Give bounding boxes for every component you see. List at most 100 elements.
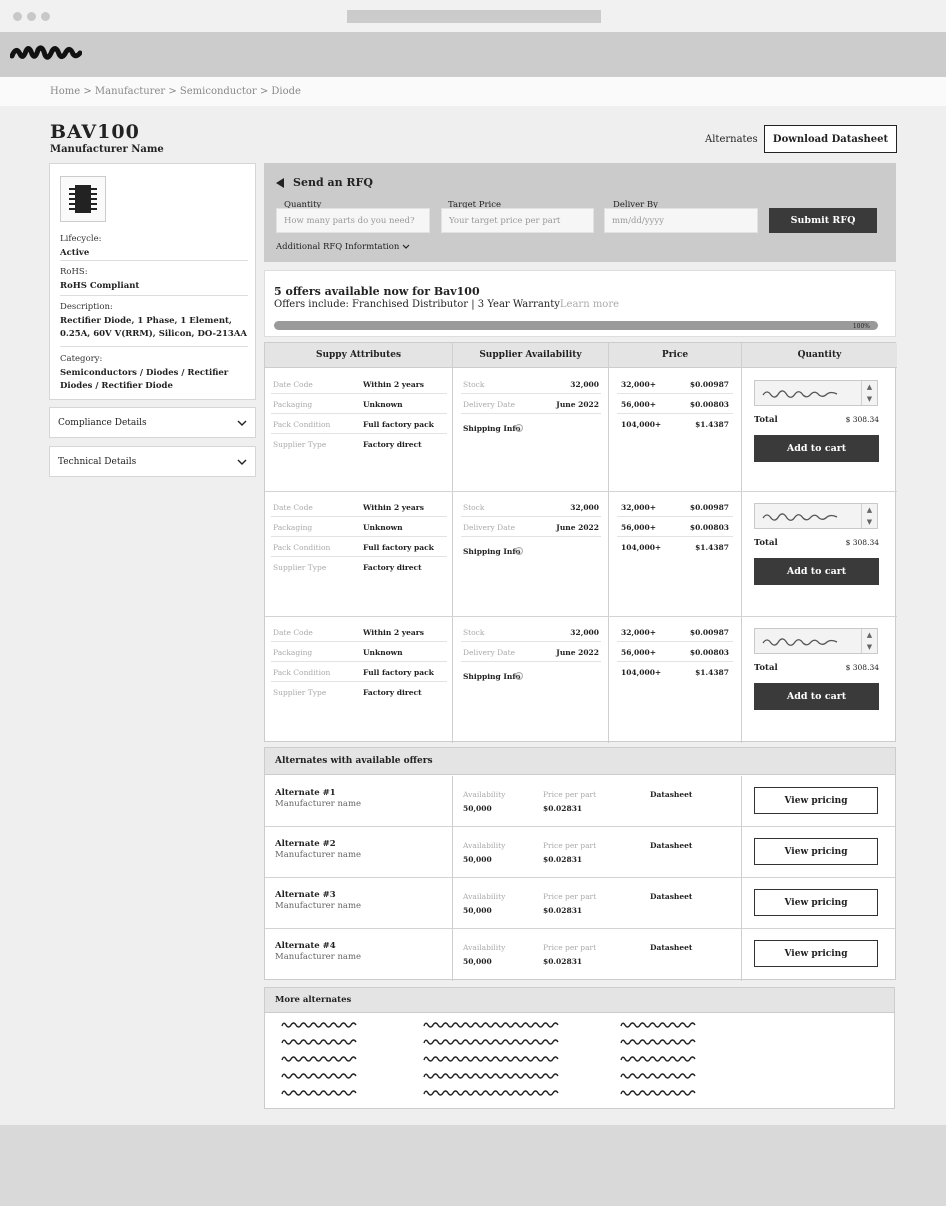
divider <box>452 776 453 981</box>
alternate-placeholder-scribble-icon[interactable] <box>423 1037 561 1047</box>
window-dot-icon[interactable] <box>13 12 22 21</box>
price-value: $0.02831 <box>543 906 583 915</box>
stepper-arrows-icon[interactable]: ▲ ▼ <box>861 629 877 653</box>
window-dot-icon[interactable] <box>27 12 36 21</box>
alternate-name[interactable]: Alternate #1 <box>275 788 336 798</box>
alternate-placeholder-scribble-icon[interactable] <box>423 1054 561 1064</box>
logo-scribble-icon[interactable] <box>10 42 82 64</box>
divider <box>617 536 733 537</box>
send-icon <box>276 177 284 188</box>
datasheet-link[interactable]: Datasheet <box>650 790 692 799</box>
shipping-info-link[interactable]: Shipping Info <box>463 672 521 681</box>
alternate-placeholder-scribble-icon[interactable] <box>423 1088 561 1098</box>
compliance-details-accordion[interactable]: Compliance Details <box>49 407 256 438</box>
offers-table: Suppy Attributes Supplier Availability P… <box>264 342 897 743</box>
attribute-label: Supplier Type <box>273 563 327 572</box>
view-pricing-button[interactable]: View pricing <box>754 940 878 967</box>
learn-more-link[interactable]: Learn more <box>560 299 619 310</box>
quantity-stepper[interactable]: ▲ ▼ <box>754 380 878 406</box>
info-icon[interactable]: i <box>515 547 523 555</box>
info-icon[interactable]: i <box>515 424 523 432</box>
attribute-value: Unknown <box>363 648 403 657</box>
attribute-label: Pack Condition <box>273 543 331 552</box>
price-break-qty: 32,000+ <box>621 503 656 512</box>
divider <box>271 681 447 682</box>
attribute-label: Supplier Type <box>273 440 327 449</box>
info-icon[interactable]: i <box>515 672 523 680</box>
divider <box>461 641 601 642</box>
add-to-cart-button[interactable]: Add to cart <box>754 435 879 462</box>
datasheet-link[interactable]: Datasheet <box>650 943 692 952</box>
column-header: Suppy Attributes <box>265 343 452 368</box>
view-pricing-button[interactable]: View pricing <box>754 838 878 865</box>
breadcrumb[interactable]: Home > Manufacturer > Semiconductor > Di… <box>50 86 301 97</box>
chevron-down-icon <box>237 459 247 465</box>
price-break-value: $0.00803 <box>689 648 729 657</box>
shipping-info-link[interactable]: Shipping Info <box>463 424 521 433</box>
deliver-by-input[interactable]: mm/dd/yyyy <box>604 208 758 233</box>
shipping-info-link[interactable]: Shipping Info <box>463 547 521 556</box>
stepper-arrows-icon[interactable]: ▲ ▼ <box>861 381 877 405</box>
divider <box>265 877 895 878</box>
divider <box>617 641 733 642</box>
rfq-title[interactable]: Send an RFQ <box>276 176 373 189</box>
technical-details-accordion[interactable]: Technical Details <box>49 446 256 477</box>
alternate-placeholder-scribble-icon[interactable] <box>620 1088 700 1098</box>
rohs-label: RoHS: <box>60 267 88 277</box>
divider <box>617 661 733 662</box>
quantity-stepper[interactable]: ▲ ▼ <box>754 503 878 529</box>
price-label: Price per part <box>543 790 597 799</box>
window-dot-icon[interactable] <box>41 12 50 21</box>
divider <box>617 516 733 517</box>
quantity-input[interactable]: How many parts do you need? <box>276 208 430 233</box>
availability-label: Delivery Date <box>463 523 516 532</box>
attribute-label: Packaging <box>273 523 313 532</box>
divider <box>461 413 601 414</box>
view-pricing-button[interactable]: View pricing <box>754 787 878 814</box>
divider <box>60 260 248 261</box>
availability-label: Stock <box>463 628 485 637</box>
datasheet-link[interactable]: Datasheet <box>650 841 692 850</box>
add-to-cart-button[interactable]: Add to cart <box>754 683 879 710</box>
rfq-title-text: Send an RFQ <box>293 176 373 189</box>
alternate-placeholder-scribble-icon[interactable] <box>281 1088 361 1098</box>
divider <box>265 826 895 827</box>
datasheet-link[interactable]: Datasheet <box>650 892 692 901</box>
alternate-placeholder-scribble-icon[interactable] <box>620 1020 700 1030</box>
alternate-placeholder-scribble-icon[interactable] <box>620 1037 700 1047</box>
alternate-placeholder-scribble-icon[interactable] <box>281 1054 361 1064</box>
manufacturer-name[interactable]: Manufacturer Name <box>50 144 164 155</box>
price-break-value: $1.4387 <box>695 420 729 429</box>
alternate-placeholder-scribble-icon[interactable] <box>620 1071 700 1081</box>
footer <box>0 1125 946 1206</box>
alternate-placeholder-scribble-icon[interactable] <box>281 1037 361 1047</box>
alternate-placeholder-scribble-icon[interactable] <box>281 1071 361 1081</box>
stepper-arrows-icon[interactable]: ▲ ▼ <box>861 504 877 528</box>
alternate-name[interactable]: Alternate #3 <box>275 890 336 900</box>
submit-rfq-button[interactable]: Submit RFQ <box>769 208 877 233</box>
alternate-placeholder-scribble-icon[interactable] <box>281 1020 361 1030</box>
alternates-panel: Alternates with available offers Alterna… <box>264 747 896 981</box>
additional-rfq-toggle[interactable]: Additional RFQ Informtation <box>276 242 410 252</box>
divider <box>271 641 447 642</box>
address-bar[interactable] <box>347 10 601 23</box>
price-break-qty: 32,000+ <box>621 628 656 637</box>
alternate-placeholder-scribble-icon[interactable] <box>620 1054 700 1064</box>
accordion-label: Technical Details <box>58 456 137 467</box>
alternates-link[interactable]: Alternates <box>705 134 758 145</box>
divider <box>452 343 453 743</box>
offers-subtitle: Offers include: Franchised Distributor |… <box>274 299 619 310</box>
alternate-placeholder-scribble-icon[interactable] <box>423 1020 561 1030</box>
quantity-stepper[interactable]: ▲ ▼ <box>754 628 878 654</box>
alternate-placeholder-scribble-icon[interactable] <box>423 1071 561 1081</box>
alternate-name[interactable]: Alternate #2 <box>275 839 336 849</box>
attribute-label: Date Code <box>273 503 313 512</box>
alternate-name[interactable]: Alternate #4 <box>275 941 336 951</box>
download-datasheet-button[interactable]: Download Datasheet <box>764 125 897 153</box>
add-to-cart-button[interactable]: Add to cart <box>754 558 879 585</box>
view-pricing-button[interactable]: View pricing <box>754 889 878 916</box>
availability-label: Delivery Date <box>463 400 516 409</box>
target-price-input[interactable]: Your target price per part <box>441 208 594 233</box>
price-break-qty: 104,000+ <box>621 420 662 429</box>
chevron-down-icon <box>237 420 247 426</box>
